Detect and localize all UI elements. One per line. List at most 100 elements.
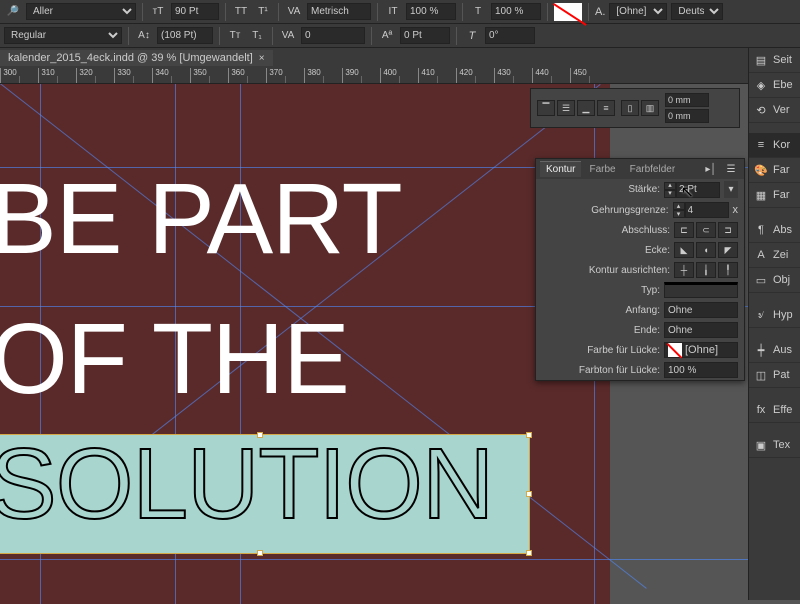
text-frame-align-panel: ▔ ☰ ▁ ≡ ▯ ▥: [530, 88, 740, 128]
anfang-dropdown[interactable]: Ohne: [664, 302, 738, 318]
dock-text[interactable]: ▣Tex: [749, 433, 800, 458]
font-style-select[interactable]: Regular: [4, 27, 122, 44]
col-1-icon[interactable]: ▯: [621, 100, 639, 116]
fx-icon: fx: [753, 402, 769, 418]
baseline-input[interactable]: [400, 27, 450, 44]
canvas[interactable]: BE PART OF THE SOLUTION ▔ ☰ ▁ ≡ ▯ ▥ Kont…: [0, 84, 800, 604]
dock-ebenen[interactable]: ◈Ebe: [749, 73, 800, 98]
skew-icon: T: [463, 27, 481, 44]
baseline-icon: Aª: [378, 27, 396, 44]
doc-tab-title: kalender_2015_4eck.indd @ 39 % [Umgewand…: [8, 52, 253, 64]
dock-kontur[interactable]: ≡Kor: [749, 133, 800, 158]
anfang-label: Anfang:: [542, 305, 660, 316]
join-round-icon[interactable]: ◖: [696, 242, 716, 258]
dock-farbe[interactable]: 🎨Far: [749, 158, 800, 183]
gehrung-stepper[interactable]: ▴▾: [673, 202, 729, 218]
stroke-icon: ≡: [753, 137, 769, 153]
dock-verknuepfungen[interactable]: ⟲Ver: [749, 98, 800, 123]
dock-pathfinder[interactable]: ◫Pat: [749, 363, 800, 388]
join-bevel-icon[interactable]: ◤: [718, 242, 738, 258]
paragraph-icon: ¶: [753, 222, 769, 238]
vscale-input[interactable]: [491, 3, 541, 20]
panel-kontur: Kontur Farbe Farbfelder ▸│ ☰ Stärke: ▴▾ …: [535, 158, 745, 381]
caps-icon[interactable]: TT: [232, 3, 250, 20]
search-char-icon[interactable]: 🔎: [4, 3, 22, 20]
tab-farbfelder[interactable]: Farbfelder: [624, 162, 682, 177]
close-tab-icon[interactable]: ×: [259, 53, 265, 64]
font-size-icon: тT: [149, 3, 167, 20]
typ-label: Typ:: [542, 285, 660, 296]
char-style-select[interactable]: [Ohne]: [609, 3, 667, 20]
color-icon: 🎨: [753, 162, 769, 178]
cap-round-icon[interactable]: ⊂: [696, 222, 716, 238]
luecke-ton-dropdown[interactable]: 100 %: [664, 362, 738, 378]
staerke-stepper[interactable]: ▴▾: [664, 182, 720, 198]
control-panel-row1: 🔎 Aller тT TT T¹ VA IT T A. [Ohne] Deuts…: [0, 0, 800, 24]
control-panel-row2: Regular A↕ Tᴛ T₁ VA Aª T: [0, 24, 800, 48]
leading-input[interactable]: [157, 27, 213, 44]
typ-dropdown[interactable]: [664, 282, 738, 298]
swatches-icon: ▦: [753, 187, 769, 203]
panel-dock: ▤Seit ◈Ebe ⟲Ver ≡Kor 🎨Far ▦Far ¶Abs AZei…: [748, 48, 800, 600]
stroke-align-center-icon[interactable]: ┼: [674, 262, 694, 278]
inset-b-input[interactable]: [665, 109, 709, 123]
dock-farbfelder[interactable]: ▦Far: [749, 183, 800, 208]
fill-swatch-none[interactable]: [554, 3, 582, 21]
align-bottom-icon[interactable]: ▁: [577, 100, 595, 116]
stroke-align-inside-icon[interactable]: ╽: [696, 262, 716, 278]
dock-absatz[interactable]: ¶Abs: [749, 218, 800, 243]
doc-tab-bar: kalender_2015_4eck.indd @ 39 % [Umgewand…: [0, 48, 800, 68]
doc-tab[interactable]: kalender_2015_4eck.indd @ 39 % [Umgewand…: [0, 50, 273, 66]
join-miter-icon[interactable]: ◣: [674, 242, 694, 258]
lang-select[interactable]: Deutsch: [671, 3, 723, 20]
horizontal-ruler[interactable]: 3003103203303403503603703803904004104204…: [0, 68, 800, 84]
vscale-icon: T: [469, 3, 487, 20]
tracking-icon: VA: [279, 27, 297, 44]
subscript-icon[interactable]: T₁: [248, 27, 266, 44]
character-icon: A: [753, 247, 769, 263]
staerke-dropdown-icon[interactable]: ▾: [724, 181, 738, 198]
ende-label: Ende:: [542, 325, 660, 336]
stroke-align-outside-icon[interactable]: ╿: [718, 262, 738, 278]
dock-seiten[interactable]: ▤Seit: [749, 48, 800, 73]
panel-collapse-icon[interactable]: ▸│: [702, 161, 720, 178]
luecke-farbe-dropdown[interactable]: [Ohne]: [664, 342, 738, 358]
dock-zeichen[interactable]: AZei: [749, 243, 800, 268]
align-justify-icon[interactable]: ≡: [597, 100, 615, 116]
inset-a-input[interactable]: [665, 93, 709, 107]
tracking-input[interactable]: [301, 27, 365, 44]
hscale-input[interactable]: [406, 3, 456, 20]
dock-effekte[interactable]: fxEffe: [749, 398, 800, 423]
staerke-input[interactable]: [676, 182, 720, 198]
luecke-ton-label: Farbton für Lücke:: [542, 365, 660, 376]
cap-square-icon[interactable]: ⊐: [718, 222, 738, 238]
font-family-select[interactable]: Aller: [26, 3, 136, 20]
links-icon: ⟲: [753, 102, 769, 118]
dock-ausrichten[interactable]: ┿Aus: [749, 338, 800, 363]
abschluss-label: Abschluss:: [542, 225, 670, 236]
dock-obj[interactable]: ▭Obj: [749, 268, 800, 293]
canvas-text-line1: BE PART: [0, 169, 402, 269]
col-span-icon[interactable]: ▥: [641, 100, 659, 116]
align-center-icon[interactable]: ☰: [557, 100, 575, 116]
align-top-icon[interactable]: ▔: [537, 100, 555, 116]
tab-farbe[interactable]: Farbe: [583, 162, 621, 177]
gehrung-suffix: x: [733, 204, 739, 216]
skew-input[interactable]: [485, 27, 535, 44]
smallcaps-icon[interactable]: Tᴛ: [226, 27, 244, 44]
font-size-input[interactable]: [171, 3, 219, 20]
gehrung-label: Gehrungsgrenze:: [542, 205, 669, 216]
align-icon: ┿: [753, 342, 769, 358]
ende-dropdown[interactable]: Ohne: [664, 322, 738, 338]
layers-icon: ◈: [753, 77, 769, 93]
canvas-text-line3[interactable]: SOLUTION: [0, 434, 493, 534]
cap-butt-icon[interactable]: ⊏: [674, 222, 694, 238]
dock-hyperlinks[interactable]: ৶Hyp: [749, 303, 800, 328]
panel-menu-icon[interactable]: ☰: [722, 161, 740, 178]
staerke-label: Stärke:: [542, 184, 660, 195]
kerning-input[interactable]: [307, 3, 371, 20]
hyperlink-icon: ৶: [753, 307, 769, 323]
gehrung-input[interactable]: [685, 202, 729, 218]
superscript-icon[interactable]: T¹: [254, 3, 272, 20]
tab-kontur[interactable]: Kontur: [540, 161, 581, 177]
